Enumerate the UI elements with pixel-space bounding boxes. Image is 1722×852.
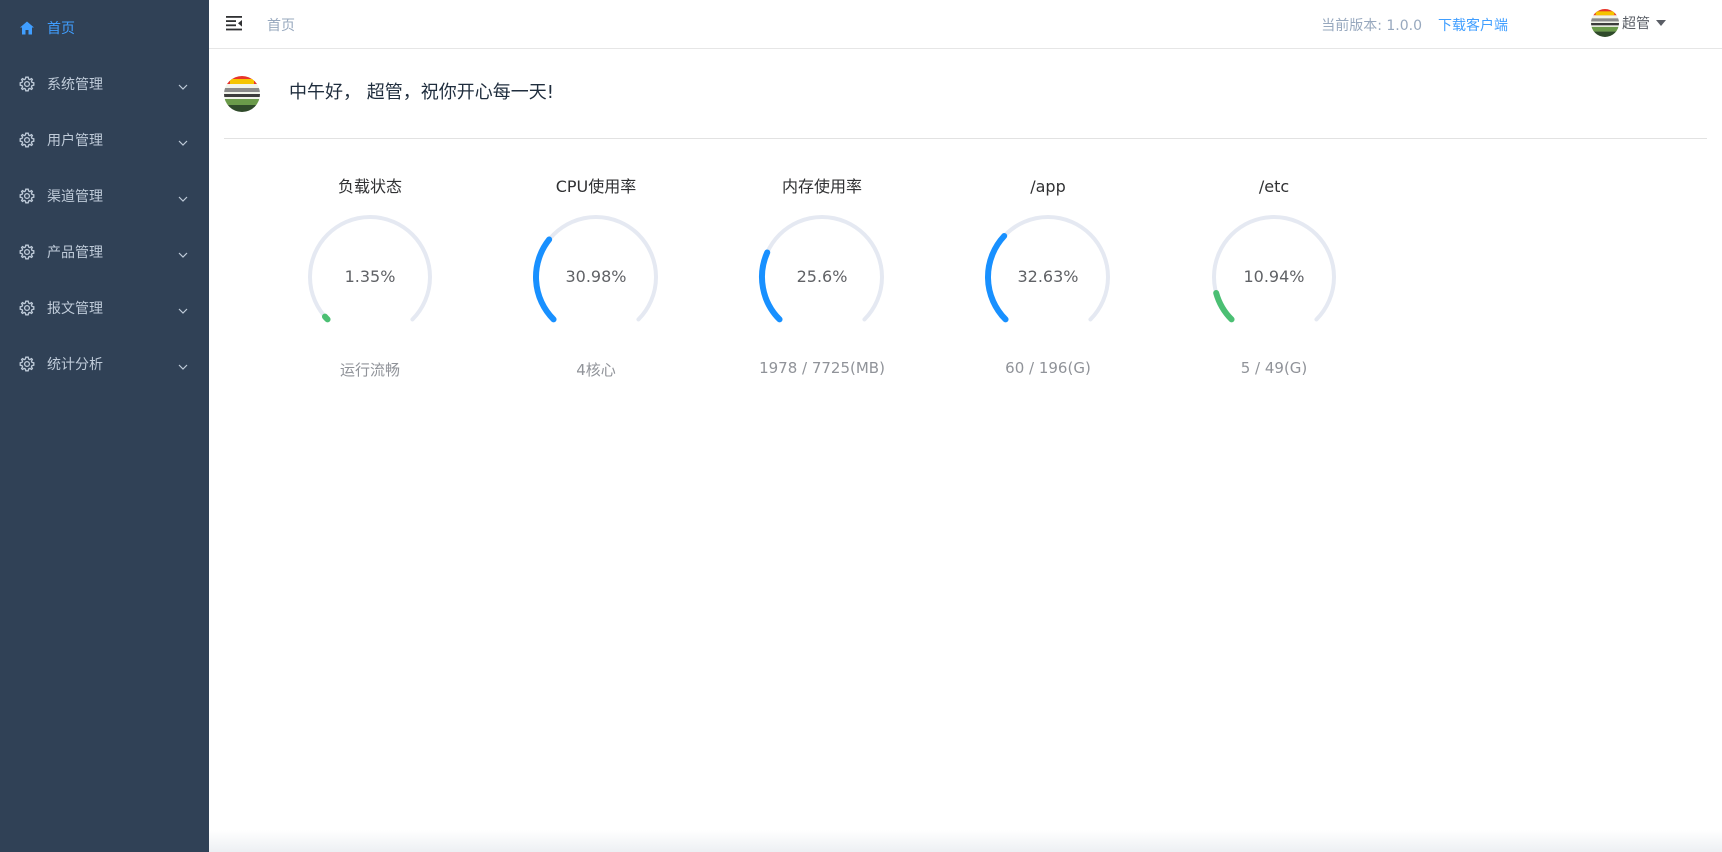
sidebar: 首页 系统管理 用户管理 渠道管理 产品管理 报文管理 统计分析	[0, 0, 209, 852]
gear-icon	[18, 299, 36, 317]
gauge-title: CPU使用率	[555, 177, 637, 196]
app-root: 首页 系统管理 用户管理 渠道管理 产品管理 报文管理 统计分析 首页 当前版本…	[0, 0, 1722, 852]
user-name: 超管	[1622, 16, 1650, 32]
gauge-title: 内存使用率	[781, 177, 862, 196]
gauge-ring: 10.94%	[1212, 215, 1336, 323]
gauge-progress	[321, 313, 331, 323]
gauge-subtitle: 60 / 196(G)	[1005, 359, 1091, 377]
gauge-value: 30.98%	[565, 267, 626, 286]
chevron-down-icon	[177, 78, 189, 90]
sidebar-item-label: 首页	[47, 21, 75, 37]
gauge-cpu: CPU使用率 30.98% 4核心	[483, 176, 709, 380]
gauge-ring: 1.35%	[308, 215, 432, 323]
avatar	[1591, 9, 1619, 37]
gear-icon	[18, 355, 36, 373]
home-icon	[18, 19, 36, 37]
sidebar-item-label: 渠道管理	[47, 189, 103, 205]
chevron-down-icon	[177, 246, 189, 258]
sidebar-item-label: 统计分析	[47, 357, 103, 373]
gauge-value: 10.94%	[1243, 267, 1304, 286]
gauge-progress	[533, 236, 557, 323]
sidebar-item-users[interactable]: 用户管理	[0, 112, 209, 168]
download-client-link[interactable]: 下载客户端	[1438, 15, 1508, 35]
gauge-subtitle: 1978 / 7725(MB)	[759, 359, 885, 377]
gauge-title: 负载状态	[337, 177, 402, 196]
gauge-title: /app	[1030, 177, 1066, 196]
main-content: 首页 当前版本: 1.0.0 下载客户端 超管 中午好， 超管，祝你开心每一天!…	[209, 0, 1722, 852]
gauge-subtitle: 5 / 49(G)	[1240, 359, 1308, 377]
gauge-subtitle: 运行流畅	[339, 361, 400, 379]
hamburger-icon[interactable]	[225, 14, 243, 32]
avatar	[224, 76, 260, 112]
gauge-load: 负载状态 1.35% 运行流畅	[257, 176, 483, 380]
greeting-text: 中午好， 超管，祝你开心每一天!	[289, 82, 554, 103]
gauge-title: /etc	[1258, 177, 1290, 196]
gauge-progress	[759, 249, 783, 323]
gauge-disk-app: /app 32.63% 60 / 196(G)	[935, 176, 1161, 380]
sidebar-item-label: 报文管理	[47, 301, 103, 317]
sidebar-item-system[interactable]: 系统管理	[0, 56, 209, 112]
sidebar-item-label: 用户管理	[47, 133, 103, 149]
gauge-memory: 内存使用率 25.6% 1978 / 7725(MB)	[709, 176, 935, 380]
sidebar-item-messages[interactable]: 报文管理	[0, 280, 209, 336]
gauge-value: 32.63%	[1017, 267, 1078, 286]
breadcrumb[interactable]: 首页	[267, 15, 295, 35]
sidebar-item-statistics[interactable]: 统计分析	[0, 336, 209, 392]
caret-down-icon	[1656, 20, 1666, 26]
version-text: 当前版本: 1.0.0	[1321, 18, 1422, 34]
sidebar-item-channels[interactable]: 渠道管理	[0, 168, 209, 224]
gauge-subtitle: 4核心	[576, 361, 616, 379]
chevron-down-icon	[177, 302, 189, 314]
gauge-ring: 25.6%	[759, 215, 884, 323]
sidebar-item-label: 系统管理	[47, 77, 103, 93]
user-dropdown[interactable]: 超管	[1591, 9, 1666, 37]
gear-icon	[18, 187, 36, 205]
gauge-ring: 32.63%	[985, 215, 1110, 323]
gear-icon	[18, 243, 36, 261]
gear-icon	[18, 75, 36, 93]
chevron-down-icon	[177, 190, 189, 202]
gear-icon	[18, 131, 36, 149]
gauge-disk-etc: /etc 10.94% 5 / 49(G)	[1161, 176, 1387, 380]
sidebar-item-home[interactable]: 首页	[0, 0, 209, 56]
gauge-value: 25.6%	[797, 267, 848, 286]
navbar: 首页 当前版本: 1.0.0 下载客户端 超管	[209, 0, 1722, 49]
gauge-value: 1.35%	[345, 267, 396, 286]
gauge-ring: 30.98%	[533, 215, 658, 323]
chevron-down-icon	[177, 358, 189, 370]
sidebar-item-label: 产品管理	[47, 245, 103, 261]
gauge-progress	[985, 233, 1009, 323]
greeting-panel: 中午好， 超管，祝你开心每一天!	[224, 60, 1707, 139]
bottom-shadow	[209, 830, 1722, 852]
gauge-progress	[1213, 290, 1235, 323]
chevron-down-icon	[177, 134, 189, 146]
gauge-row: 负载状态 1.35% 运行流畅 CPU使用率 30.98% 4核心 内存使用率	[257, 176, 1387, 380]
sidebar-item-products[interactable]: 产品管理	[0, 224, 209, 280]
